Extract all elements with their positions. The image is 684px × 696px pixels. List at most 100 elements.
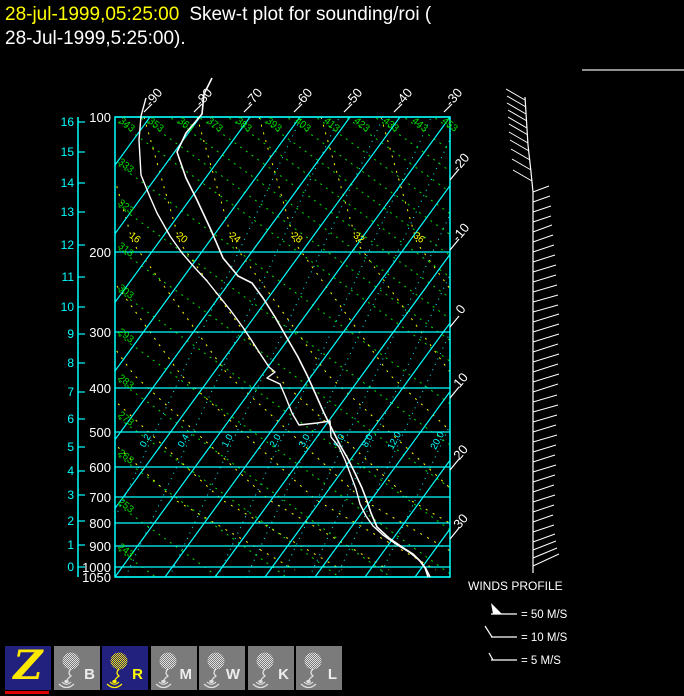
wind-feather <box>507 109 528 122</box>
balloon-bulb <box>256 652 274 670</box>
km-label: 13 <box>61 205 75 219</box>
km-label: 2 <box>67 514 74 528</box>
toolbar-button-letter: B <box>84 666 95 683</box>
dry-adiabat-label-top: 383 <box>234 116 254 135</box>
toolbar-button-l[interactable]: L <box>296 646 342 690</box>
dry-adiabat-label-top: 403 <box>293 116 313 135</box>
legend-label: = 5 M/S <box>521 655 561 667</box>
isotherm-line <box>314 390 450 577</box>
dry-adiabat-label-top: 443 <box>410 116 430 135</box>
km-label: 11 <box>62 270 75 284</box>
mixing-ratio-line <box>308 273 450 577</box>
temp-label-top: -60 <box>292 85 316 109</box>
mixing-ratio-label: 12.0 <box>386 430 404 451</box>
km-label: 10 <box>61 300 75 314</box>
mixing-ratio-label: 20.0 <box>429 430 447 451</box>
km-label: 12 <box>61 238 75 252</box>
balloon-base <box>258 679 263 684</box>
wind-feather <box>512 169 533 182</box>
dry-adiabat-line <box>115 453 288 577</box>
wind-feather <box>532 254 556 263</box>
wind-feather <box>532 333 560 343</box>
moist-adiabat-line <box>143 117 450 524</box>
km-label: 7 <box>67 385 74 399</box>
pressure-label: 200 <box>89 245 111 260</box>
dry-adiabat-line <box>115 162 450 405</box>
wind-feather <box>532 343 559 353</box>
dry-adiabat-label-left: 243 <box>116 542 136 561</box>
moist-adiabat-label: 28 <box>289 230 305 246</box>
wind-feather <box>532 264 557 273</box>
wind-feather <box>532 383 559 393</box>
isotherm-line <box>214 253 450 577</box>
moist-adiabat-label: 16 <box>127 230 143 246</box>
wind-feather <box>532 224 553 233</box>
wind-feather <box>532 464 557 473</box>
toolbar-button-b[interactable]: B <box>54 646 100 690</box>
moist-adiabat-line <box>258 117 450 432</box>
toolbar-button-letter: K <box>278 666 289 683</box>
temp-tick-right <box>449 315 460 328</box>
dry-adiabat-label-left: 323 <box>116 198 136 217</box>
legend-full-barb <box>484 625 493 638</box>
balloon-base <box>112 679 117 684</box>
title-bar: 28-jul-1999,05:25:00 Skew-t plot for soun… <box>5 3 665 51</box>
wind-feather <box>532 353 560 363</box>
temp-label-top: -90 <box>142 85 166 109</box>
temp-tick-right <box>449 168 460 181</box>
wind-feather <box>532 524 555 533</box>
isotherm-line <box>115 117 201 235</box>
wind-feather <box>532 514 554 523</box>
wind-feather <box>506 102 527 115</box>
wind-feather <box>532 373 560 383</box>
dry-adiabat-line <box>115 332 450 575</box>
toolbar-button-w[interactable]: W <box>199 646 245 690</box>
dry-adiabat-line <box>115 378 392 577</box>
wind-feather <box>532 313 560 323</box>
mixing-ratio-line <box>378 424 450 577</box>
mixing-ratio-line <box>245 138 450 577</box>
wind-feather <box>532 205 552 213</box>
balloon-string <box>163 668 170 681</box>
dry-adiabat-line <box>115 288 450 531</box>
dry-adiabat-label-left: 283 <box>116 373 136 392</box>
temp-label-right: 20 <box>450 442 471 463</box>
dry-adiabat-label-left: 293 <box>116 327 136 346</box>
pressure-label: 300 <box>89 325 111 340</box>
temp-label-top: -30 <box>442 85 466 109</box>
wind-feather <box>532 444 557 453</box>
wind-feather <box>532 494 556 503</box>
wind-feather <box>532 274 557 283</box>
pressure-label: 700 <box>89 490 111 505</box>
pressure-label: 1050 <box>82 570 111 585</box>
km-label: 3 <box>67 488 74 502</box>
balloon-base <box>64 679 69 684</box>
wind-feather <box>532 294 559 303</box>
isotherm-line <box>115 117 450 577</box>
toolbar-button-m[interactable]: M <box>151 646 197 690</box>
temp-tick-right <box>449 458 460 471</box>
km-label: 1 <box>67 538 74 552</box>
wind-feather <box>532 504 555 513</box>
temp-label-right: -10 <box>449 220 473 244</box>
dry-adiabat-label-left: 303 <box>116 283 136 302</box>
wind-feather <box>511 158 532 171</box>
winds-profile-title: WINDS PROFILE <box>468 579 563 593</box>
wind-feather <box>532 304 559 313</box>
legend-label: = 10 M/S <box>521 632 568 644</box>
temp-label-right: 30 <box>450 511 471 532</box>
wind-feather <box>532 284 558 293</box>
toolbar-button-r[interactable]: R <box>102 646 148 690</box>
mixing-ratio-label: 1.0 <box>220 432 236 449</box>
km-label: 9 <box>67 327 74 341</box>
pressure-label: 400 <box>89 381 111 396</box>
app-window: 100 200 300 400 500 600 700 800 900 1000 1050 0 1 2 3 4… <box>0 0 684 696</box>
toolbar-button-z[interactable]: Z <box>5 642 51 690</box>
isotherm-line <box>0 117 100 577</box>
toolbar-button-k[interactable]: K <box>248 646 294 690</box>
km-label: 16 <box>61 115 75 129</box>
km-label: 6 <box>67 412 74 426</box>
wind-feather <box>532 553 560 567</box>
wind-feather <box>532 424 557 433</box>
balloon-string <box>211 668 218 681</box>
